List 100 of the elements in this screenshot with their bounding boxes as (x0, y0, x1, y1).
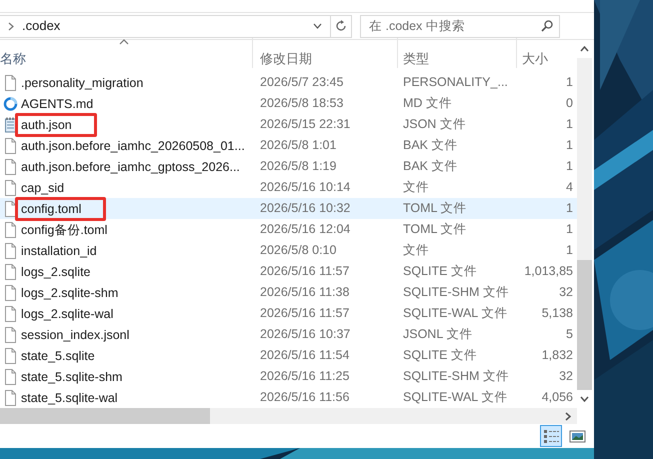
file-row[interactable]: session_index.jsonl 2026/5/16 10:37 JSONL 文件 5 (0, 324, 577, 345)
modified-date: 2026/5/16 11:54 (260, 348, 350, 362)
file-type: 文件 (403, 243, 429, 258)
file-size: 4 (566, 179, 574, 196)
file-name: config.toml (15, 196, 106, 220)
file-row[interactable]: logs_2.sqlite 2026/5/16 11:57 SQLITE 文件 1,013,85 (0, 261, 577, 282)
document-icon (3, 348, 18, 364)
file-row[interactable]: state_5.sqlite 2026/5/16 11:54 SQLITE 文件 1,832 (0, 345, 577, 366)
file-type: BAK 文件 (403, 138, 458, 152)
modified-date: 2026/5/8 18:53 (260, 96, 344, 110)
file-row[interactable]: .personality_migration 2026/5/7 23:45 PERSONALITY_... 1 (0, 72, 577, 93)
file-size: 1 (566, 221, 574, 238)
file-size: 0 (566, 95, 574, 112)
file-row[interactable]: auth.json 2026/5/15 22:31 JSON 文件 1 (0, 114, 577, 135)
folder-path: .codex (22, 17, 62, 36)
modified-date: 2026/5/8 1:01 (260, 138, 336, 152)
file-type: SQLITE 文件 (403, 264, 477, 278)
chevron-icon (8, 22, 14, 30)
file-row[interactable]: auth.json.before_iamhc_20260508_01... 2026/5/8 1:01 BAK 文件 1 (0, 135, 577, 156)
scrollbar-thumb[interactable] (577, 260, 592, 390)
scrollbar-thumb[interactable] (0, 408, 210, 424)
file-size: 1,013,85 (524, 263, 574, 280)
modified-date: 2026/5/8 1:19 (260, 159, 336, 174)
file-name: state_5.sqlite-shm (20, 368, 124, 386)
notepad-icon (3, 116, 18, 132)
document-icon (3, 158, 18, 174)
file-name: auth.json.before_iamhc_20260508_01... (20, 138, 246, 155)
file-row[interactable]: state_5.sqlite-shm 2026/5/16 11:25 SQLITE-SHM 文件 32 (0, 366, 577, 387)
file-size: 1 (566, 137, 574, 154)
refresh-icon[interactable] (335, 20, 347, 32)
document-icon (3, 390, 18, 406)
document-icon (3, 222, 18, 238)
file-size: 4,056 (542, 389, 574, 406)
file-type: SQLITE-SHM 文件 (403, 285, 509, 300)
scroll-right-icon[interactable] (565, 412, 571, 420)
document-icon (3, 180, 18, 196)
file-name: installation_id (20, 242, 98, 260)
file-size: 32 (559, 368, 574, 386)
file-size: 5,138 (542, 305, 574, 322)
scroll-down-icon[interactable] (580, 396, 589, 402)
file-name: session_index.jsonl (20, 326, 130, 344)
search-field[interactable]: 在 .codex 中搜索 (360, 14, 560, 38)
document-icon (3, 326, 18, 342)
file-row[interactable]: auth.json.before_iamhc_gptoss_2026... 2026/5/8 1:19 BAK 文件 1 (0, 156, 577, 177)
document-icon (3, 368, 18, 384)
document-icon (3, 284, 18, 300)
file-size: 5 (566, 326, 574, 344)
file-name: auth.json.before_iamhc_gptoss_2026... (20, 158, 241, 176)
file-size: 32 (559, 284, 574, 302)
file-size: 1 (566, 200, 574, 218)
modified-date: 2026/5/8 0:10 (260, 243, 336, 258)
file-row[interactable]: config备份.toml 2026/5/16 12:04 TOML 文件 1 (0, 219, 577, 240)
file-name: auth.json (15, 112, 97, 136)
modified-date: 2026/5/16 11:57 (260, 306, 350, 320)
scroll-up-icon[interactable] (580, 46, 589, 52)
file-row[interactable]: installation_id 2026/5/8 0:10 文件 1 (0, 240, 577, 261)
file-name: state_5.sqlite (20, 348, 96, 365)
file-name: AGENTS.md (20, 96, 94, 112)
file-size: 1,832 (542, 347, 574, 364)
sort-caret-icon (119, 39, 129, 45)
file-type: TOML 文件 (403, 201, 467, 216)
column-header[interactable]: 名称 (0, 48, 26, 68)
column-header[interactable]: 大小 (522, 48, 548, 68)
modified-date: 2026/5/16 11:57 (260, 264, 350, 278)
modified-date: 2026/5/16 10:37 (260, 327, 350, 342)
dropdown-icon[interactable] (313, 23, 322, 29)
file-row[interactable]: state_5.sqlite-wal 2026/5/16 11:56 SQLITE-WAL 文件 4,056 (0, 387, 577, 408)
file-name: logs_2.sqlite-wal (20, 306, 114, 323)
file-row[interactable]: cap_sid 2026/5/16 10:14 文件 4 (0, 177, 577, 198)
file-row[interactable]: AGENTS.md 2026/5/8 18:53 MD 文件 0 (0, 93, 577, 114)
file-type: JSON 文件 (403, 117, 466, 132)
file-type: BAK 文件 (403, 159, 458, 174)
file-type: SQLITE-SHM 文件 (403, 369, 509, 384)
file-type: JSONL 文件 (403, 327, 472, 342)
modified-date: 2026/5/16 11:56 (260, 390, 350, 404)
column-header[interactable]: 修改日期 (260, 48, 312, 68)
file-size: 1 (566, 242, 574, 260)
modified-date: 2026/5/16 11:38 (260, 285, 350, 300)
modified-date: 2026/5/15 22:31 (260, 117, 350, 132)
file-row[interactable]: logs_2.sqlite-shm 2026/5/16 11:38 SQLITE-SHM 文件 32 (0, 282, 577, 303)
file-name: logs_2.sqlite-shm (20, 284, 120, 302)
document-icon (3, 264, 18, 280)
file-row[interactable]: config.toml 2026/5/16 10:32 TOML 文件 1 (0, 198, 577, 219)
file-name: config备份.toml (20, 222, 108, 239)
file-type: 文件 (403, 180, 429, 194)
details-view-button[interactable] (540, 425, 562, 447)
file-type: PERSONALITY_... (403, 75, 508, 90)
modified-date: 2026/5/16 12:04 (260, 222, 350, 236)
file-size: 1 (566, 116, 574, 134)
file-type: SQLITE-WAL 文件 (403, 306, 508, 320)
file-row[interactable]: logs_2.sqlite-wal 2026/5/16 11:57 SQLITE-WAL 文件 5,138 (0, 303, 577, 324)
file-type: TOML 文件 (403, 222, 467, 236)
document-icon (3, 74, 18, 90)
modified-date: 2026/5/16 11:25 (260, 369, 350, 384)
column-header[interactable]: 类型 (403, 48, 429, 68)
file-name: logs_2.sqlite (20, 264, 92, 281)
file-type: MD 文件 (403, 96, 452, 110)
address-bar[interactable]: .codex (0, 14, 352, 38)
document-icon (3, 306, 18, 322)
file-type: SQLITE 文件 (403, 348, 477, 362)
